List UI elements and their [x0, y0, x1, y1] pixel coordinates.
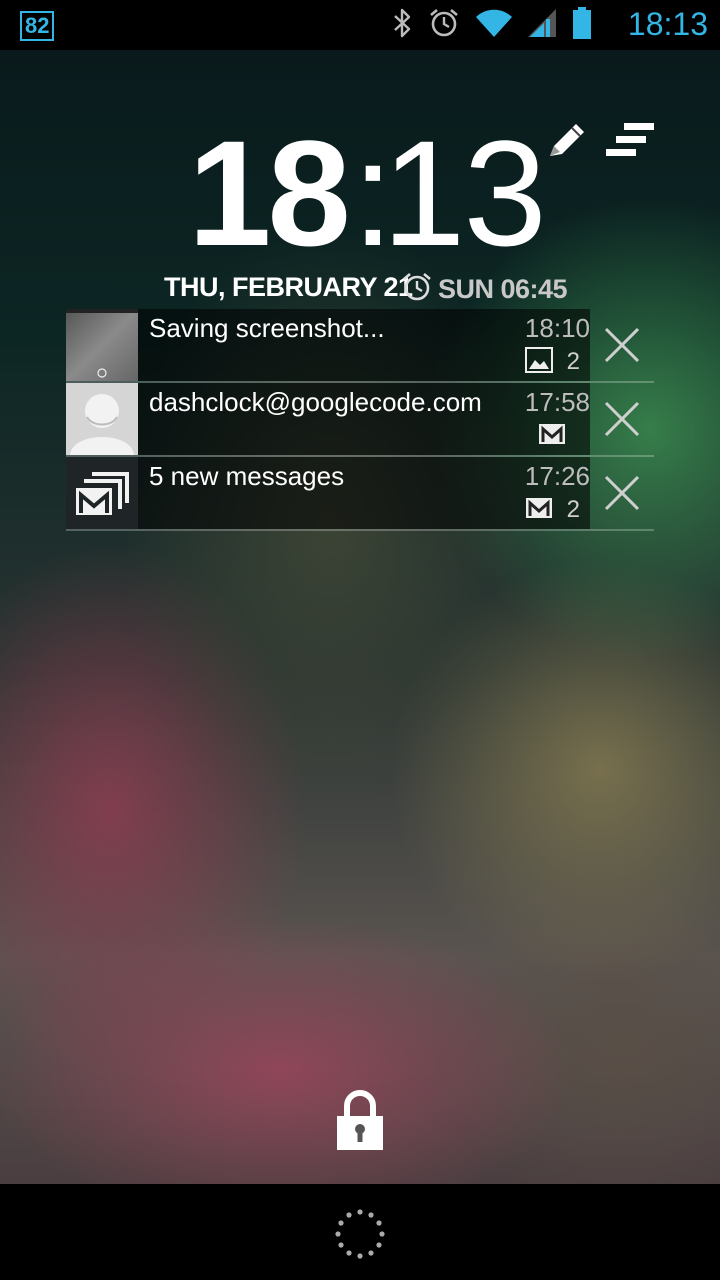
- notification-meta: 2: [525, 496, 580, 524]
- status-time: 18:13: [627, 6, 708, 42]
- notification-meta: [538, 423, 580, 449]
- contact-avatar: [66, 383, 138, 455]
- status-icons: [392, 6, 592, 45]
- screenshot-thumbnail: [66, 309, 138, 381]
- gmail-icon: [525, 497, 553, 524]
- dismiss-button[interactable]: [602, 325, 642, 365]
- navigation-bar: [0, 1184, 720, 1280]
- notification-list: Saving screenshot... 18:10 2 dashclock@g…: [66, 309, 654, 531]
- alarm-icon: [428, 7, 460, 44]
- bluetooth-icon: [392, 6, 414, 45]
- notification-title: 5 new messages: [149, 461, 345, 491]
- date-row: THU, FEBRUARY 21 SUN 06:45: [0, 268, 720, 308]
- dismiss-button[interactable]: [602, 399, 642, 439]
- dismiss-button[interactable]: [602, 473, 642, 513]
- wifi-icon: [474, 7, 514, 44]
- battery-icon: [572, 6, 592, 45]
- notification-time: 17:26: [524, 461, 590, 491]
- close-icon: [604, 327, 640, 363]
- status-badge: 82: [20, 11, 55, 41]
- notification-title: Saving screenshot...: [149, 313, 385, 343]
- lock-icon[interactable]: [334, 1090, 386, 1157]
- notification-count: 2: [566, 496, 580, 523]
- alarm-time: SUN 06:45: [438, 274, 568, 304]
- clock-hours: 18: [188, 109, 351, 277]
- signal-icon: [528, 7, 558, 44]
- gmail-multi-icon: [66, 457, 138, 529]
- notification-meta: 2: [524, 346, 580, 378]
- alarm-clock-icon: [402, 272, 432, 307]
- notification-time: 18:10: [524, 313, 590, 343]
- clock-minutes: 13: [382, 109, 547, 277]
- notification-item[interactable]: 5 new messages 17:26 2: [66, 457, 654, 531]
- notification-item[interactable]: dashclock@googlecode.com 17:58: [66, 383, 654, 457]
- loading-spinner-icon: [334, 1208, 386, 1265]
- close-icon: [604, 475, 640, 511]
- status-bar: 82 18:13: [0, 0, 720, 50]
- notification-card[interactable]: Saving screenshot... 18:10 2: [66, 309, 590, 381]
- settings-handle-icon[interactable]: [604, 120, 656, 165]
- notification-count: 2: [566, 348, 580, 375]
- next-alarm: SUN 06:45: [402, 272, 568, 307]
- notification-item[interactable]: Saving screenshot... 18:10 2: [66, 309, 654, 383]
- date-label: THU, FEBRUARY 21: [164, 272, 413, 302]
- image-icon: [524, 346, 553, 378]
- gmail-icon: [538, 423, 566, 450]
- notification-card[interactable]: 5 new messages 17:26 2: [66, 457, 590, 529]
- notification-card[interactable]: dashclock@googlecode.com 17:58: [66, 383, 590, 455]
- notification-time: 17:58: [524, 387, 590, 417]
- close-icon: [604, 401, 640, 437]
- pencil-icon[interactable]: [546, 120, 588, 165]
- notification-title: dashclock@googlecode.com: [149, 387, 482, 417]
